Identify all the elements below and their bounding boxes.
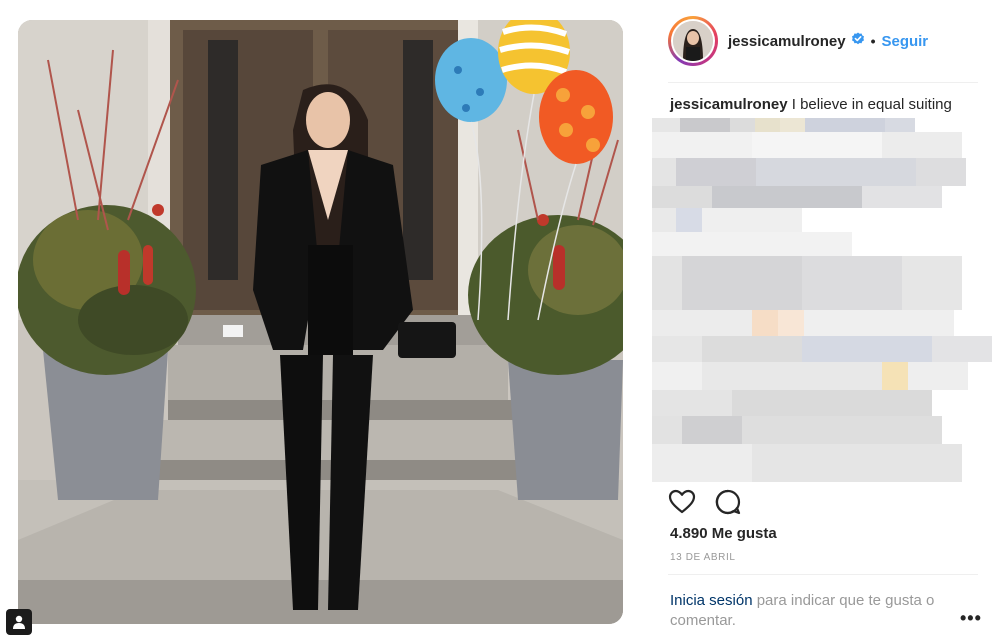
avatar-image bbox=[673, 21, 713, 61]
divider bbox=[668, 82, 978, 83]
more-options-button[interactable]: ••• bbox=[960, 608, 982, 629]
verified-badge-icon bbox=[851, 32, 865, 51]
post-date: 13 DE ABRIL bbox=[670, 552, 736, 563]
caption-text: I believe in equal suiting bbox=[791, 96, 952, 113]
pixelated-comments bbox=[652, 118, 992, 482]
post-image bbox=[18, 20, 623, 624]
login-prompt: Inicia sesión para indicar que te gusta … bbox=[670, 591, 970, 631]
login-link[interactable]: Inicia sesión bbox=[670, 592, 753, 609]
comment-icon[interactable] bbox=[714, 488, 742, 521]
post-photo[interactable] bbox=[18, 20, 623, 624]
separator-dot: • bbox=[870, 33, 876, 49]
heart-icon[interactable] bbox=[668, 488, 696, 521]
avatar[interactable] bbox=[668, 16, 718, 66]
post-panel: jessicamulroney • Seguir jessicamulroney… bbox=[650, 0, 1000, 639]
person-icon[interactable] bbox=[6, 609, 32, 635]
caption: jessicamulroney I believe in equal suiti… bbox=[670, 96, 952, 113]
post-header: jessicamulroney • Seguir bbox=[668, 16, 928, 66]
post-actions bbox=[668, 488, 742, 521]
like-count[interactable]: 4.890 Me gusta bbox=[670, 525, 777, 542]
username[interactable]: jessicamulroney bbox=[728, 33, 846, 50]
divider bbox=[668, 574, 978, 575]
follow-button[interactable]: Seguir bbox=[881, 33, 928, 50]
caption-username[interactable]: jessicamulroney bbox=[670, 96, 788, 113]
